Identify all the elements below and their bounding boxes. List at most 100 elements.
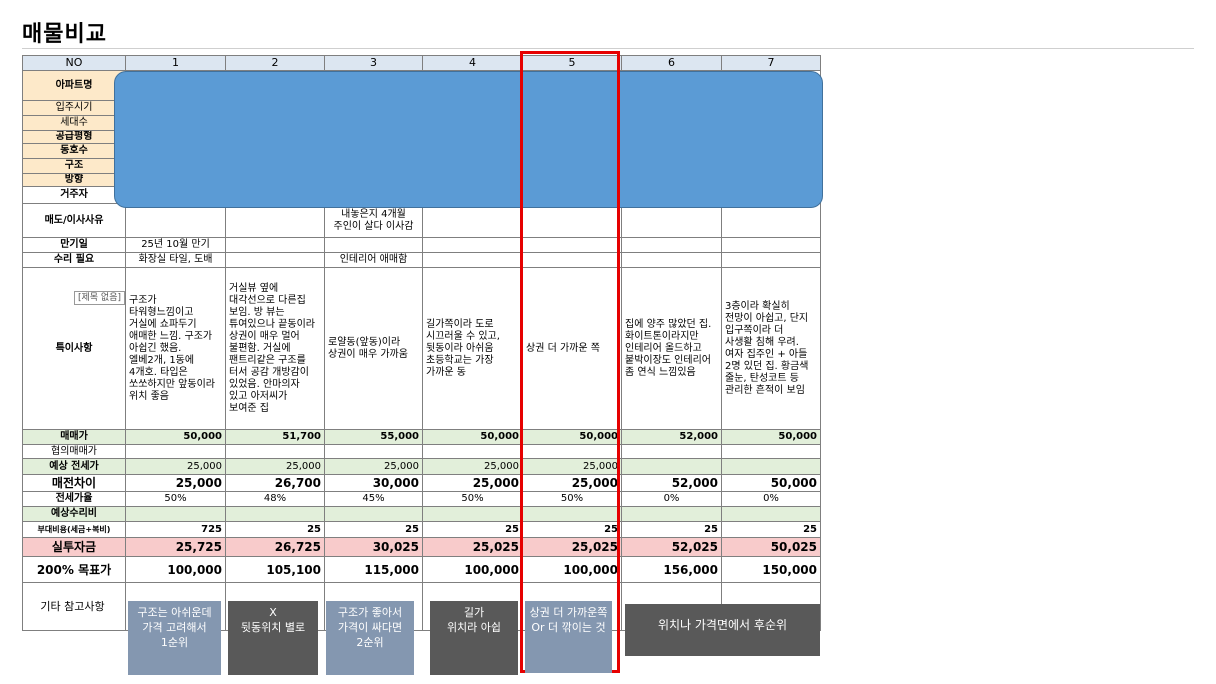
sticky-note[interactable]: 구조는 아쉬운데 가격 고려해서 1순위 [128, 601, 221, 675]
repaircost-cell[interactable] [621, 506, 722, 522]
gap-cell[interactable]: 25,000 [125, 474, 226, 492]
jeonse-cell[interactable]: 25,000 [225, 458, 325, 475]
masked-label[interactable]: 동호수 [22, 143, 126, 159]
row-label-gap[interactable]: 매전차이 [22, 474, 126, 492]
sticky-note[interactable]: 길가 위치라 아쉽 [430, 601, 518, 675]
masked-label[interactable]: 아파트명 [22, 70, 126, 101]
repair-cell[interactable]: 화장실 타일, 도배 [125, 252, 226, 268]
invest-cell[interactable]: 50,025 [721, 537, 821, 557]
masked-label[interactable]: 입주시기 [22, 100, 126, 116]
negotiated-cell[interactable] [422, 444, 523, 459]
sticky-note[interactable]: X 뒷동위치 별로 [228, 601, 318, 675]
extra-cell[interactable]: 725 [125, 521, 226, 538]
reason-cell[interactable] [125, 203, 226, 238]
extra-cell[interactable]: 25 [324, 521, 423, 538]
jeonse-cell[interactable]: 25,000 [422, 458, 523, 475]
repair-cell[interactable]: 인테리어 애매함 [324, 252, 423, 268]
gap-cell[interactable]: 50,000 [721, 474, 821, 492]
ratio-cell[interactable]: 48% [225, 491, 325, 507]
notes-cell[interactable]: 길가쪽이라 도로 시끄러울 수 있고, 뒷동이라 아쉬움 초등학교는 가장 가까운 동 [422, 267, 523, 430]
row-label-invest[interactable]: 실투자금 [22, 537, 126, 557]
expiry-cell[interactable] [422, 237, 523, 253]
notes-cell[interactable]: 로얄동(앞동)이라 상권이 매우 가까움 [324, 267, 423, 430]
target-cell[interactable]: 150,000 [721, 556, 821, 583]
reason-cell[interactable] [225, 203, 325, 238]
repaircost-cell[interactable] [324, 506, 423, 522]
invest-cell[interactable]: 52,025 [621, 537, 722, 557]
reason-cell[interactable] [621, 203, 722, 238]
target-cell[interactable]: 115,000 [324, 556, 423, 583]
gap-cell[interactable]: 25,000 [422, 474, 523, 492]
ratio-cell[interactable]: 0% [721, 491, 821, 507]
ratio-cell[interactable]: 50% [125, 491, 226, 507]
expiry-cell[interactable] [621, 237, 722, 253]
price-cell[interactable]: 50,000 [125, 429, 226, 445]
negotiated-cell[interactable] [125, 444, 226, 459]
repaircost-cell[interactable] [125, 506, 226, 522]
invest-cell[interactable]: 26,725 [225, 537, 325, 557]
repair-cell[interactable] [422, 252, 523, 268]
header-col[interactable]: 7 [721, 55, 821, 71]
target-cell[interactable]: 105,100 [225, 556, 325, 583]
notes-cell[interactable]: 집에 양주 많았던 집. 화이트톤이라지만 인테리어 올드하고 붙박이장도 인테리어 좀… [621, 267, 722, 430]
jeonse-cell[interactable]: 25,000 [324, 458, 423, 475]
jeonse-cell[interactable] [621, 458, 722, 475]
repaircost-cell[interactable] [422, 506, 523, 522]
ratio-cell[interactable]: 50% [422, 491, 523, 507]
notes-cell[interactable]: 3층이라 확실히 전망이 아쉽고, 단지 입구쪽이라 더 사생활 침해 우려. 여자 집… [721, 267, 821, 430]
row-label-etc[interactable]: 기타 참고사항 [22, 582, 126, 631]
extra-cell[interactable]: 25 [225, 521, 325, 538]
reason-cell[interactable]: 내놓은지 4개월 주인이 살다 이사감 [324, 203, 423, 238]
gap-cell[interactable]: 26,700 [225, 474, 325, 492]
invest-cell[interactable]: 30,025 [324, 537, 423, 557]
gap-cell[interactable]: 52,000 [621, 474, 722, 492]
extra-cell[interactable]: 25 [621, 521, 722, 538]
extra-cell[interactable]: 25 [721, 521, 821, 538]
row-label-repaircost[interactable]: 예상수리비 [22, 506, 126, 522]
expiry-cell[interactable]: 25년 10월 만기 [125, 237, 226, 253]
repair-cell[interactable] [721, 252, 821, 268]
price-cell[interactable]: 51,700 [225, 429, 325, 445]
header-col[interactable]: 6 [621, 55, 722, 71]
row-label-ratio[interactable]: 전세가율 [22, 491, 126, 507]
ratio-cell[interactable]: 45% [324, 491, 423, 507]
sticky-note[interactable]: 구조가 좋아서 가격이 싸다면 2순위 [326, 601, 414, 675]
sticky-note[interactable]: 상권 더 가까운쪽 Or 더 깎이는 것 [525, 601, 612, 673]
row-label-reason[interactable]: 매도/이사사유 [22, 203, 126, 238]
row-label-target[interactable]: 200% 목표가 [22, 556, 126, 583]
reason-cell[interactable] [721, 203, 821, 238]
row-label-resident[interactable]: 거주자 [22, 186, 126, 204]
negotiated-cell[interactable] [721, 444, 821, 459]
ratio-cell[interactable]: 0% [621, 491, 722, 507]
masked-label[interactable]: 공급평형 [22, 130, 126, 144]
target-cell[interactable]: 100,000 [125, 556, 226, 583]
negotiated-cell[interactable] [621, 444, 722, 459]
header-col[interactable]: 1 [125, 55, 226, 71]
row-label-repair[interactable]: 수리 필요 [22, 252, 126, 268]
repair-cell[interactable] [621, 252, 722, 268]
price-cell[interactable]: 55,000 [324, 429, 423, 445]
repaircost-cell[interactable] [721, 506, 821, 522]
repair-cell[interactable] [225, 252, 325, 268]
notes-cell[interactable]: 구조가 타워형느낌이고 거실에 쇼파두기 애매한 느낌. 구조가 아쉽긴 했음. 엘베2개… [125, 267, 226, 430]
negotiated-cell[interactable] [324, 444, 423, 459]
target-cell[interactable]: 100,000 [422, 556, 523, 583]
row-label-price[interactable]: 매매가 [22, 429, 126, 445]
jeonse-cell[interactable] [721, 458, 821, 475]
price-cell[interactable]: 50,000 [422, 429, 523, 445]
header-col[interactable]: 3 [324, 55, 423, 71]
price-cell[interactable]: 50,000 [721, 429, 821, 445]
invest-cell[interactable]: 25,725 [125, 537, 226, 557]
expiry-cell[interactable] [324, 237, 423, 253]
expiry-cell[interactable] [721, 237, 821, 253]
row-label-extra[interactable]: 부대비용(세금+복비) [22, 521, 126, 538]
header-col[interactable]: 4 [422, 55, 523, 71]
row-label-expiry[interactable]: 만기일 [22, 237, 126, 253]
header-col[interactable]: 2 [225, 55, 325, 71]
sticky-note[interactable]: 위치나 가격면에서 후순위 [625, 604, 820, 656]
invest-cell[interactable]: 25,025 [422, 537, 523, 557]
price-cell[interactable]: 52,000 [621, 429, 722, 445]
header-label[interactable]: NO [22, 55, 126, 71]
repaircost-cell[interactable] [225, 506, 325, 522]
negotiated-cell[interactable] [225, 444, 325, 459]
